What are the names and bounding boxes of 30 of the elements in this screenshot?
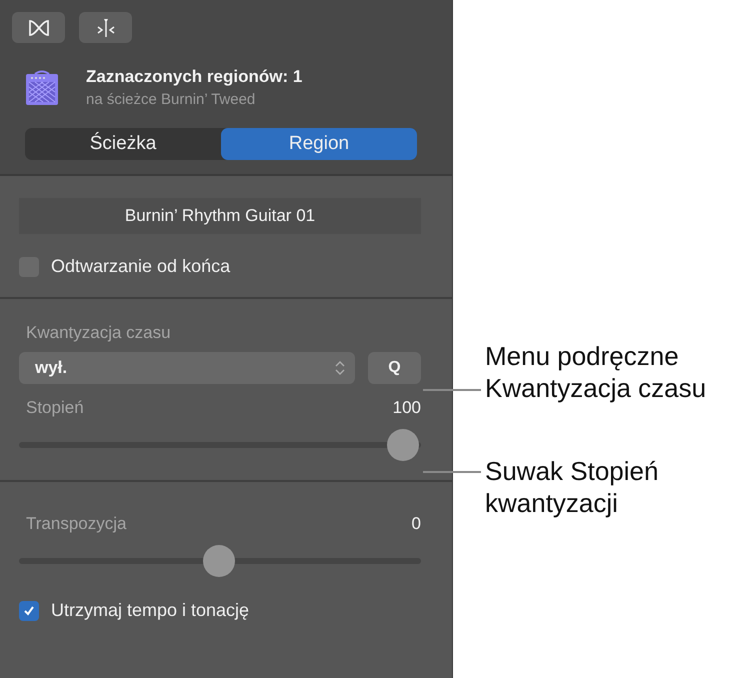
quantize-button[interactable]: Q bbox=[368, 352, 421, 384]
tab[interactable]: Region bbox=[221, 128, 417, 160]
amplifier-icon bbox=[25, 70, 59, 106]
strength-slider[interactable] bbox=[19, 428, 421, 462]
callout-text: Suwak Stopień kwantyzacji bbox=[485, 455, 660, 519]
slider-thumb[interactable] bbox=[387, 429, 419, 461]
quantize-popup[interactable]: wył. bbox=[19, 352, 355, 384]
leader-line bbox=[423, 389, 481, 390]
popup-value: wył. bbox=[35, 358, 68, 378]
selection-title: Zaznaczonych regionów: 1 bbox=[86, 67, 302, 87]
strength-value: 100 bbox=[392, 398, 421, 418]
leader-line bbox=[423, 471, 481, 472]
toolbar-button[interactable] bbox=[12, 12, 65, 43]
checkbox-label: Odtwarzanie od końca bbox=[51, 256, 230, 277]
transpose-label: Transpozycja bbox=[25, 514, 126, 534]
checkbox[interactable] bbox=[19, 600, 39, 620]
checkmark-icon bbox=[22, 604, 36, 618]
transpose-value: 0 bbox=[412, 514, 421, 534]
strength-label: Stopień bbox=[25, 398, 84, 418]
quantize-label: Kwantyzacja czasu bbox=[25, 323, 172, 343]
selection-subtitle: na ścieżce Burnin’ Tweed bbox=[86, 91, 256, 108]
callout-text: Menu podręczne Kwantyzacja czasu bbox=[485, 340, 708, 404]
loop-icon bbox=[26, 18, 50, 36]
slider-thumb[interactable] bbox=[203, 545, 235, 577]
toolbar-button[interactable] bbox=[79, 12, 132, 43]
chevron-updown-icon bbox=[335, 360, 345, 376]
transpose-slider[interactable] bbox=[19, 544, 421, 578]
checkbox-label: Utrzymaj tempo i tonację bbox=[51, 600, 250, 621]
region-name-field[interactable]: Burnin’ Rhythm Guitar 01 bbox=[19, 198, 421, 234]
tab[interactable]: Ścieżka bbox=[25, 128, 221, 160]
